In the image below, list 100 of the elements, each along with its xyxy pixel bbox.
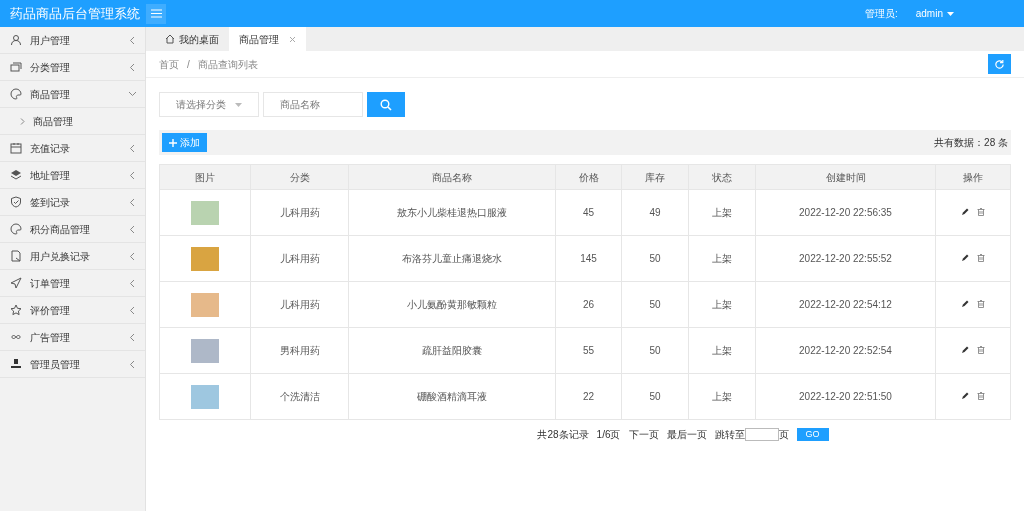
- document-icon: [10, 250, 22, 262]
- paper-plane-icon: [10, 277, 22, 289]
- table-cell: 55: [555, 327, 622, 374]
- column-header: 分类: [250, 164, 349, 190]
- table-cell: 男科用药: [250, 327, 349, 374]
- sidebar-item[interactable]: 用户兑换记录: [0, 243, 145, 270]
- table-cell: 上架: [688, 235, 756, 282]
- layers-icon: [10, 169, 22, 181]
- menu-button[interactable]: [146, 3, 166, 24]
- menu-icon: [150, 9, 162, 18]
- sidebar-item[interactable]: 商品管理: [0, 81, 145, 108]
- trash-icon[interactable]: [977, 254, 985, 262]
- table-cell: 22: [555, 373, 622, 420]
- sidebar-item[interactable]: 积分商品管理: [0, 216, 145, 243]
- table-cell: 2022-12-20 22:52:54: [755, 327, 936, 374]
- tab[interactable]: 商品管理: [229, 27, 306, 51]
- sidebar-item[interactable]: 用户管理: [0, 27, 145, 54]
- table-cell: 2022-12-20 22:51:50: [755, 373, 936, 420]
- sidebar-subitem[interactable]: 商品管理: [0, 108, 145, 135]
- last-page-link[interactable]: 最后一页: [666, 427, 707, 442]
- breadcrumb-separator: /: [187, 57, 190, 72]
- table-cell: 疏肝益阳胶囊: [348, 327, 556, 374]
- search-button[interactable]: [367, 92, 405, 117]
- home-icon: [165, 34, 175, 44]
- page-indicator: 1/6页: [596, 428, 621, 442]
- column-header: 商品名称: [348, 164, 556, 190]
- table-cell: 26: [555, 281, 622, 328]
- table-cell: 个洗清洁: [250, 373, 349, 420]
- table-cell: 50: [621, 281, 689, 328]
- user-label: 管理员:: [864, 7, 898, 21]
- category-select[interactable]: 请选择分类: [159, 92, 259, 117]
- sidebar-item[interactable]: 签到记录: [0, 189, 145, 216]
- tab[interactable]: 我的桌面: [155, 27, 229, 51]
- pencil-icon[interactable]: [961, 208, 969, 216]
- app-title: 药品商品后台管理系统: [9, 4, 141, 23]
- table-cell: 上架: [688, 281, 756, 328]
- close-icon[interactable]: [289, 35, 296, 43]
- search-icon: [380, 98, 392, 111]
- palette-icon: [10, 223, 22, 235]
- pencil-icon[interactable]: [961, 392, 969, 400]
- photo-placeholder: [191, 338, 219, 363]
- pencil-icon[interactable]: [961, 254, 969, 262]
- table-cell: 儿科用药: [250, 189, 349, 236]
- plus-icon: [169, 138, 177, 147]
- table-cell: 小儿氨酚黄那敏颗粒: [348, 281, 556, 328]
- total-count: 共有数据：28 条: [934, 136, 1008, 150]
- table-cell: 145: [555, 235, 622, 282]
- cards-icon: [10, 61, 22, 73]
- pencil-icon[interactable]: [961, 346, 969, 354]
- trash-icon[interactable]: [977, 346, 985, 354]
- table-cell: 50: [621, 235, 689, 282]
- page-number-field[interactable]: [744, 428, 779, 441]
- table-cell: 布洛芬儿童止痛退烧水: [348, 235, 556, 282]
- sidebar-item[interactable]: 地址管理: [0, 162, 145, 189]
- pencil-icon[interactable]: [961, 300, 969, 308]
- next-page-link[interactable]: 下一页: [628, 427, 659, 442]
- table-cell: 敖东小儿柴桂退热口服液: [348, 189, 556, 236]
- sidebar-item[interactable]: 订单管理: [0, 270, 145, 297]
- sidebar-item[interactable]: 管理员管理: [0, 351, 145, 378]
- name-search-field[interactable]: 商品名称: [263, 92, 363, 117]
- page-unit-label: 页: [778, 428, 789, 442]
- table-cell: 儿科用药: [250, 235, 349, 282]
- caret-icon: [947, 11, 954, 16]
- jump-label: 跳转至: [714, 428, 745, 442]
- photo-placeholder: [191, 384, 219, 409]
- record-count: 共28条记录: [537, 428, 589, 442]
- palette-icon: [10, 88, 22, 100]
- refresh-icon: [994, 58, 1005, 70]
- column-header: 操作: [935, 164, 1011, 190]
- sidebar-item[interactable]: 分类管理: [0, 54, 145, 81]
- table-cell: 儿科用药: [250, 281, 349, 328]
- trash-icon[interactable]: [977, 392, 985, 400]
- sidebar-item[interactable]: 广告管理: [0, 324, 145, 351]
- table-cell: 2022-12-20 22:55:52: [755, 235, 936, 282]
- trash-icon[interactable]: [977, 208, 985, 216]
- column-header: 创建时间: [755, 164, 936, 190]
- table-cell: 50: [621, 373, 689, 420]
- star-icon: [10, 304, 22, 316]
- table-cell: 2022-12-20 22:54:12: [755, 281, 936, 328]
- table-cell: 上架: [688, 327, 756, 374]
- caret-icon: [235, 102, 242, 107]
- table-cell: 45: [555, 189, 622, 236]
- photo-placeholder: [191, 200, 219, 225]
- column-header: 价格: [555, 164, 622, 190]
- stamp-icon: [10, 358, 22, 370]
- photo-placeholder: [191, 246, 219, 271]
- photo-placeholder: [191, 292, 219, 317]
- column-header: 状态: [688, 164, 756, 190]
- sidebar-item[interactable]: 评价管理: [0, 297, 145, 324]
- sidebar-item[interactable]: 充值记录: [0, 135, 145, 162]
- calendar-icon: [10, 142, 22, 154]
- trash-icon[interactable]: [977, 300, 985, 308]
- table-cell: 上架: [688, 373, 756, 420]
- table-cell: 上架: [688, 189, 756, 236]
- chevron-icon: [20, 117, 25, 125]
- table-cell: 硼酸酒精滴耳液: [348, 373, 556, 420]
- breadcrumb-link[interactable]: 商品查询列表: [197, 56, 258, 72]
- column-header: 图片: [159, 164, 251, 190]
- breadcrumb-link[interactable]: 首页: [159, 56, 179, 72]
- refresh-button[interactable]: [988, 54, 1011, 74]
